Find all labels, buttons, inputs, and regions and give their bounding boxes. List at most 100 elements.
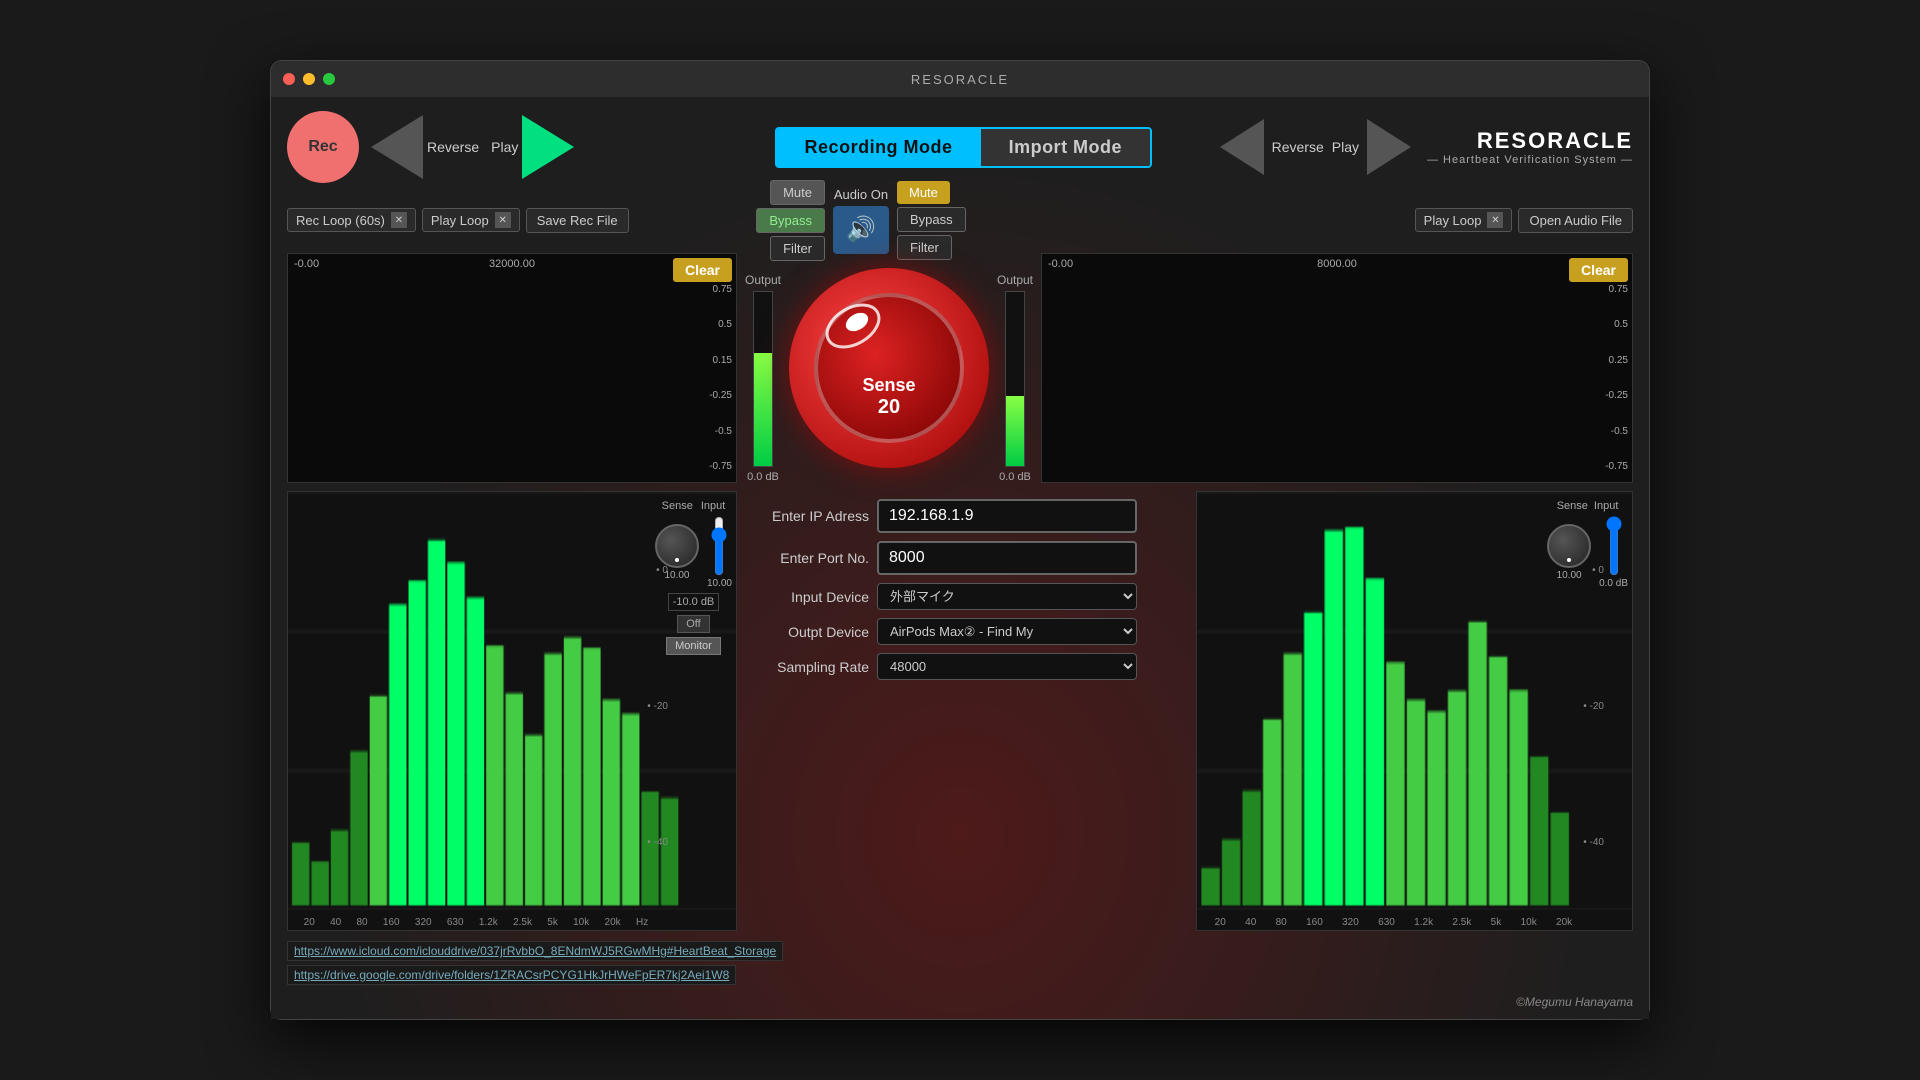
play-label-right: Play bbox=[1332, 139, 1359, 155]
right-spectrum-x-labels: 2040801603206301.2k2.5k5k10k20k bbox=[1205, 917, 1582, 928]
sense-knob-left[interactable] bbox=[655, 524, 699, 568]
close-button[interactable] bbox=[283, 73, 295, 85]
reverse-label-left: Reverse bbox=[427, 139, 479, 155]
input-slider-container-right: 0.0 dB bbox=[1599, 516, 1628, 589]
sense-knob-container-right: 10.00 bbox=[1547, 524, 1591, 581]
sense-knob-value-left: 10.00 bbox=[664, 570, 689, 581]
sense-knob-container-left: 10.00 bbox=[655, 524, 699, 581]
input-slider-value-right: 0.0 dB bbox=[1599, 578, 1628, 589]
input-knob-label-right: Input bbox=[1594, 500, 1618, 512]
audio-on-section: Audio On 🔊 bbox=[833, 187, 889, 254]
sense-knob-label-left: Sense bbox=[662, 500, 693, 512]
play-label-left: Play bbox=[491, 139, 518, 155]
left-controls-panel: Sense Input 10.00 10.00 bbox=[655, 500, 732, 655]
right-knobs-row: 10.00 0.0 dB bbox=[1547, 516, 1628, 589]
bypass-button-right[interactable]: Bypass bbox=[897, 207, 966, 232]
right-spectrum: 2040801603206301.2k2.5k5k10k20k • 0• -20… bbox=[1196, 491, 1633, 931]
left-loop-row: Rec Loop (60s) ✕ Play Loop ✕ Save Rec Fi… bbox=[287, 208, 737, 233]
port-input[interactable] bbox=[877, 541, 1137, 575]
right-wave-max: 8000.00 bbox=[1317, 258, 1357, 270]
minimize-button[interactable] bbox=[303, 73, 315, 85]
import-mode-tab[interactable]: Import Mode bbox=[981, 129, 1151, 166]
left-waveform: -0.00 32000.00 Clear 0.750.50.15-0.25-0.… bbox=[287, 253, 737, 483]
play-loop-close-right[interactable]: ✕ bbox=[1487, 212, 1503, 228]
settings-panel: Enter IP Adress Enter Port No. Input Dev… bbox=[745, 491, 1188, 931]
output-device-select[interactable]: AirPods Max② - Find My bbox=[877, 618, 1137, 645]
center-top: Recording Mode Import Mode bbox=[707, 127, 1220, 168]
output-device-label: Outpt Device bbox=[749, 624, 869, 640]
left-db-label: 0.0 dB bbox=[747, 471, 779, 483]
waveform-row: -0.00 32000.00 Clear 0.750.50.15-0.25-0.… bbox=[287, 253, 1633, 483]
output-label-right: Output bbox=[997, 273, 1033, 287]
sampling-rate-select[interactable]: 48000 bbox=[877, 653, 1137, 680]
left-fx-buttons: Mute Bypass Filter bbox=[745, 180, 825, 261]
left-controls: Rec Reverse Play bbox=[287, 111, 707, 183]
mode-tabs: Recording Mode Import Mode bbox=[775, 127, 1153, 168]
sense-knob-dot bbox=[675, 558, 679, 562]
off-button-left[interactable]: Off bbox=[677, 615, 709, 633]
main-window: RESORACLE Rec Reverse Play Recording M bbox=[270, 60, 1650, 1020]
ip-input[interactable] bbox=[877, 499, 1137, 533]
reverse-label-right: Reverse bbox=[1272, 139, 1324, 155]
logo-title: RESORACLE bbox=[1477, 128, 1633, 154]
recording-mode-tab[interactable]: Recording Mode bbox=[777, 129, 981, 166]
fullscreen-button[interactable] bbox=[323, 73, 335, 85]
sense-knob-dot-right bbox=[1567, 558, 1571, 562]
play-loop-close-left[interactable]: ✕ bbox=[495, 212, 511, 228]
sense-dial[interactable]: Sense 20 bbox=[789, 268, 989, 468]
db-readout-left: -10.0 dB bbox=[668, 593, 720, 611]
input-device-select[interactable]: 外部マイク bbox=[877, 583, 1137, 610]
left-wave-y-axis: 0.750.50.15-0.25-0.5-0.75 bbox=[709, 284, 732, 472]
audio-on-label: Audio On bbox=[834, 187, 888, 202]
right-wave-min: -0.00 bbox=[1048, 258, 1073, 270]
rec-loop-box: Rec Loop (60s) ✕ bbox=[287, 208, 416, 232]
right-loop-row: Play Loop ✕ Open Audio File bbox=[985, 208, 1633, 233]
output-device-row: Outpt Device AirPods Max② - Find My bbox=[749, 618, 1184, 645]
left-knobs-row: 10.00 10.00 bbox=[655, 516, 732, 589]
save-rec-file-button[interactable]: Save Rec File bbox=[526, 208, 629, 233]
play-loop-label-right: Play Loop bbox=[1424, 213, 1482, 228]
right-knob-labels: Sense Input bbox=[1557, 500, 1619, 512]
input-slider-left[interactable] bbox=[709, 516, 729, 576]
play-loop-label-left: Play Loop bbox=[431, 213, 489, 228]
port-row: Enter Port No. bbox=[749, 541, 1184, 575]
input-device-label: Input Device bbox=[749, 589, 869, 605]
mute-button-right[interactable]: Mute bbox=[897, 181, 950, 204]
links-row: https://www.icloud.com/iclouddrive/037jr… bbox=[287, 939, 1633, 987]
main-content: Rec Reverse Play Recording Mode Import M… bbox=[271, 97, 1649, 1019]
left-knob-labels: Sense Input bbox=[662, 500, 726, 512]
rec-loop-label: Rec Loop (60s) bbox=[296, 213, 385, 228]
sense-knob-label-right: Sense bbox=[1557, 500, 1588, 512]
sense-knob-right[interactable] bbox=[1547, 524, 1591, 568]
icloud-link[interactable]: https://www.icloud.com/iclouddrive/037jr… bbox=[287, 941, 783, 961]
right-waveform: -0.00 8000.00 Clear 0.750.50.25-0.25-0.5… bbox=[1041, 253, 1633, 483]
audio-on-button[interactable]: 🔊 bbox=[833, 206, 889, 254]
ip-label: Enter IP Adress bbox=[749, 508, 869, 524]
right-waveform-svg: (function(){ const svg=document.currentS… bbox=[1042, 279, 1604, 477]
right-meter-bar bbox=[1005, 291, 1025, 467]
mute-button-left[interactable]: Mute bbox=[770, 180, 825, 205]
title-bar: RESORACLE bbox=[271, 61, 1649, 97]
traffic-lights bbox=[283, 73, 335, 85]
window-title: RESORACLE bbox=[911, 72, 1009, 87]
input-device-row: Input Device 外部マイク bbox=[749, 583, 1184, 610]
input-knob-label-left: Input bbox=[701, 500, 725, 512]
input-slider-right[interactable] bbox=[1604, 516, 1624, 576]
sense-label: Sense bbox=[862, 375, 915, 396]
bypass-button-left[interactable]: Bypass bbox=[756, 208, 825, 233]
rec-button[interactable]: Rec bbox=[287, 111, 359, 183]
open-audio-file-button[interactable]: Open Audio File bbox=[1518, 208, 1633, 233]
monitor-button[interactable]: Monitor bbox=[666, 637, 721, 655]
sense-value: 20 bbox=[878, 396, 900, 419]
copyright: ©Megumu Hanayama bbox=[1516, 995, 1633, 1009]
sense-knob-value-right: 10.00 bbox=[1557, 570, 1582, 581]
left-wave-min: -0.00 bbox=[294, 258, 319, 270]
input-slider-container-left: 10.00 bbox=[707, 516, 732, 589]
play-icon-left bbox=[522, 115, 574, 179]
center-sense-area: Sense 20 bbox=[789, 253, 989, 483]
rec-loop-close[interactable]: ✕ bbox=[391, 212, 407, 228]
reverse-icon-left bbox=[371, 115, 423, 179]
right-vu-meter: Output 0.0 dB bbox=[997, 253, 1033, 483]
play-loop-box-left: Play Loop ✕ bbox=[422, 208, 520, 232]
gdrive-link[interactable]: https://drive.google.com/drive/folders/1… bbox=[287, 965, 736, 985]
